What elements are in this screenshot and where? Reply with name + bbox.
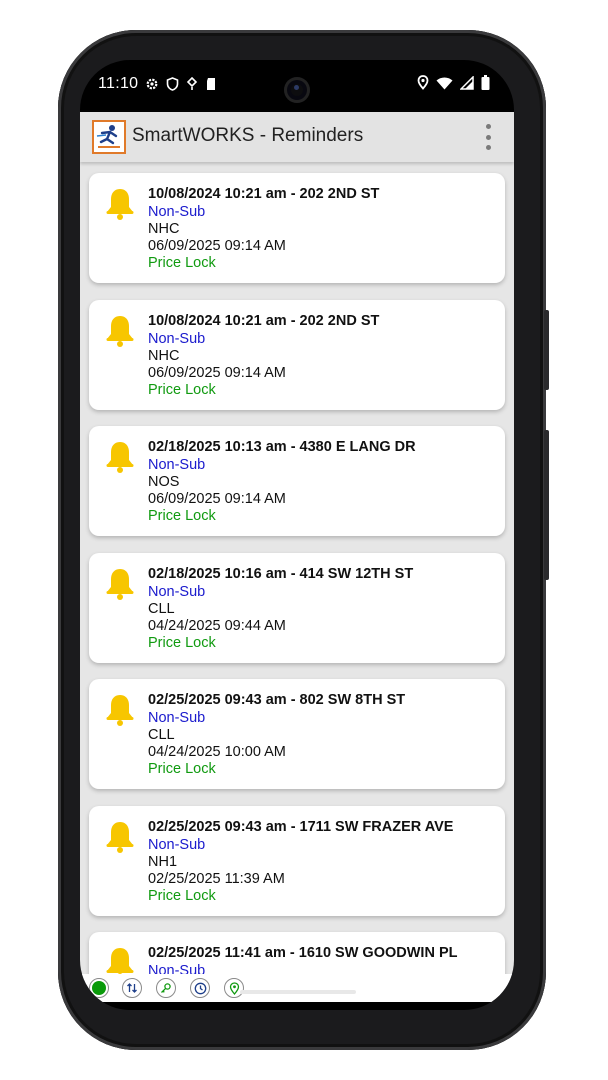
reminder-code: NH1 (148, 854, 178, 870)
app-logo (92, 120, 126, 154)
reminder-title: 02/25/2025 09:43 am - 802 SW 8TH ST (148, 692, 406, 708)
reminder-card[interactable]: 02/25/2025 09:43 am - 802 SW 8TH ST Non-… (89, 679, 505, 789)
sd-card-icon (207, 78, 216, 90)
clock-icon[interactable] (190, 978, 210, 998)
reminder-title: 02/25/2025 09:43 am - 1711 SW FRAZER AVE (148, 819, 454, 835)
shield-icon (167, 77, 179, 91)
status-time: 11:10 (98, 75, 139, 92)
app-bar: SmartWORKS - Reminders (80, 112, 514, 162)
reminder-code: NOS (148, 474, 180, 490)
reminder-status: Price Lock (148, 888, 216, 904)
location-icon (417, 75, 429, 90)
reminder-status: Price Lock (148, 635, 216, 651)
reminder-card[interactable]: 10/08/2024 10:21 am - 202 2ND ST Non-Sub… (89, 300, 505, 410)
bell-icon (106, 189, 134, 220)
overflow-menu-icon[interactable] (484, 124, 492, 150)
reminder-type: Non-Sub (148, 457, 206, 473)
reminder-date: 02/25/2025 11:39 AM (148, 871, 285, 887)
sort-arrows-icon[interactable] (122, 978, 142, 998)
reminder-date: 04/24/2025 09:44 AM (148, 618, 286, 634)
reminder-title: 02/25/2025 11:41 am - 1610 SW GOODWIN PL (148, 945, 458, 961)
reminder-title: 10/08/2024 10:21 am - 202 2ND ST (148, 313, 380, 329)
reminder-code: CLL (148, 727, 175, 743)
reminder-card[interactable]: 02/18/2025 10:16 am - 414 SW 12TH ST Non… (89, 553, 505, 663)
reminder-type: Non-Sub (148, 584, 206, 600)
bell-icon (106, 695, 134, 726)
reminder-type: Non-Sub (148, 710, 206, 726)
gesture-nav-bar[interactable] (240, 990, 356, 994)
phone-screen: 11:10 SmartWORKS - Reminders 10/08/2024 … (80, 60, 514, 1010)
reminder-date: 04/24/2025 10:00 AM (148, 744, 286, 760)
bell-icon (106, 442, 134, 473)
reminder-status: Price Lock (148, 761, 216, 777)
reminder-date: 06/09/2025 09:14 AM (148, 491, 286, 507)
reminder-type: Non-Sub (148, 204, 206, 220)
reminder-date: 06/09/2025 09:14 AM (148, 238, 286, 254)
reminder-date: 06/09/2025 09:14 AM (148, 365, 286, 381)
cell-signal-icon (460, 75, 474, 90)
reminder-code: NHC (148, 221, 180, 237)
reminder-status: Price Lock (148, 255, 216, 271)
bell-icon (106, 569, 134, 600)
power-button (544, 430, 549, 580)
app-window: SmartWORKS - Reminders 10/08/2024 10:21 … (80, 112, 514, 1002)
reminder-card[interactable]: 02/25/2025 09:43 am - 1711 SW FRAZER AVE… (89, 806, 505, 916)
wifi-icon (436, 77, 453, 89)
runner-logo-icon (96, 125, 120, 148)
bell-icon (106, 316, 134, 347)
data-saver-icon (187, 77, 198, 90)
reminder-code: CLL (148, 601, 175, 617)
key-icon[interactable] (156, 978, 176, 998)
reminder-list[interactable]: 10/08/2024 10:21 am - 202 2ND ST Non-Sub… (80, 164, 514, 984)
reminder-code: NHC (148, 348, 180, 364)
volume-button (544, 310, 549, 390)
reminder-card[interactable]: 02/18/2025 10:13 am - 4380 E LANG DR Non… (89, 426, 505, 536)
bell-icon (106, 822, 134, 853)
reminder-card[interactable]: 10/08/2024 10:21 am - 202 2ND ST Non-Sub… (89, 173, 505, 283)
bottom-toolbar (80, 974, 514, 1002)
reminder-status: Price Lock (148, 382, 216, 398)
status-bar: 11:10 (80, 60, 514, 112)
status-dot-icon[interactable] (89, 978, 109, 998)
app-title: SmartWORKS - Reminders (132, 125, 364, 146)
reminder-title: 02/18/2025 10:13 am - 4380 E LANG DR (148, 439, 416, 455)
reminder-title: 10/08/2024 10:21 am - 202 2ND ST (148, 186, 380, 202)
reminder-type: Non-Sub (148, 331, 206, 347)
settings-gear-icon (146, 78, 158, 90)
reminder-type: Non-Sub (148, 837, 206, 853)
reminder-title: 02/18/2025 10:16 am - 414 SW 12TH ST (148, 566, 414, 582)
location-pin-icon[interactable] (224, 978, 244, 998)
front-camera (284, 77, 310, 103)
reminder-status: Price Lock (148, 508, 216, 524)
battery-icon (481, 75, 490, 90)
